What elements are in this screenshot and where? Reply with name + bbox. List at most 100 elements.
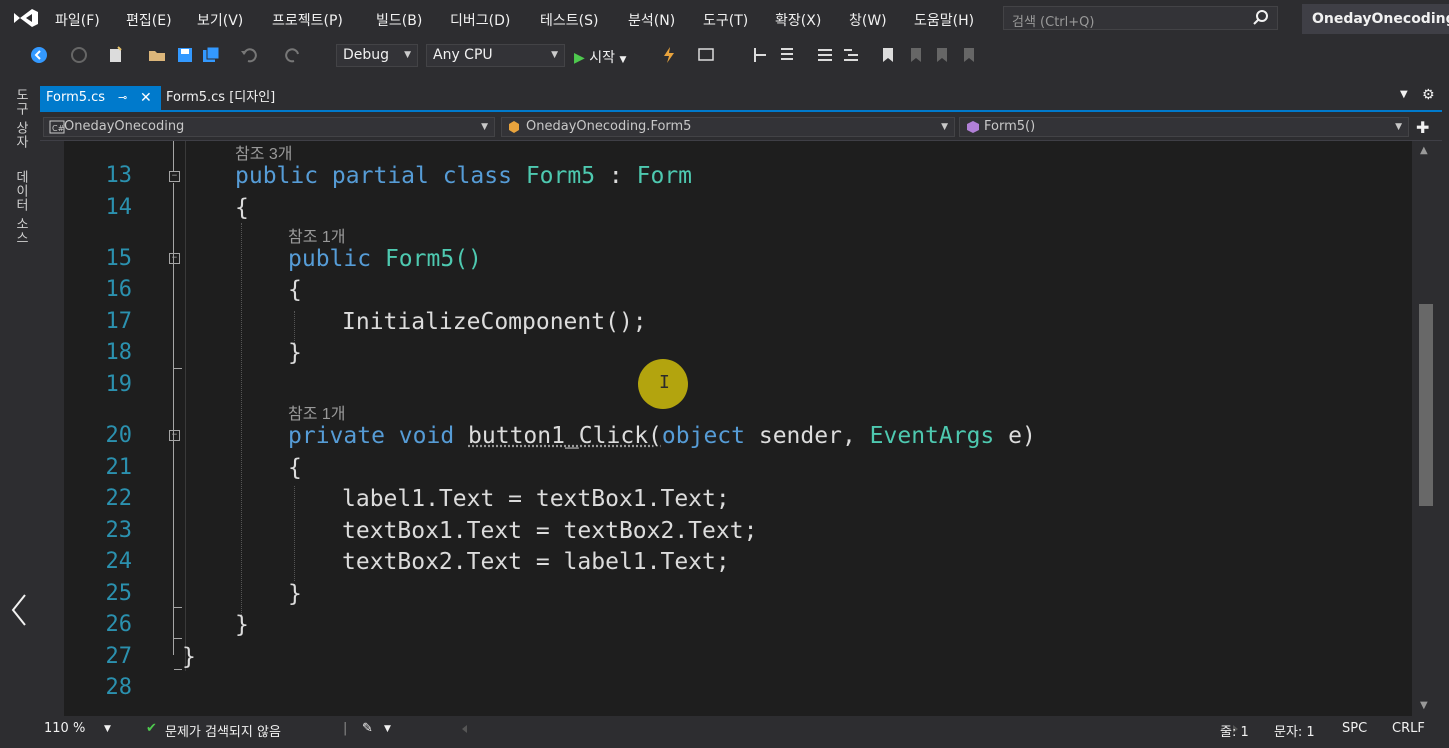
code-token: Form <box>636 163 693 189</box>
undo-icon[interactable] <box>240 46 258 64</box>
comment-icon[interactable] <box>816 46 834 64</box>
method-icon <box>967 121 979 133</box>
code-token: button1_Click( <box>468 423 662 449</box>
redo-icon[interactable] <box>284 46 302 64</box>
split-view-icon[interactable]: ✚ <box>1416 118 1429 137</box>
issues-status[interactable]: 문제가 검색되지 않음 <box>165 721 281 740</box>
clear-bookmarks-icon[interactable] <box>960 46 978 64</box>
project-value: OnedayOnecoding <box>64 119 185 134</box>
tab-form5-designer[interactable]: Form5.cs [디자인] <box>166 86 275 110</box>
text-cursor-icon: I <box>659 372 670 393</box>
chevron-left-icon[interactable] <box>8 592 30 628</box>
project-combo[interactable]: C# OnedayOnecoding ▼ <box>43 117 495 137</box>
prev-bookmark-icon[interactable] <box>907 46 925 64</box>
line-number: 22 <box>105 486 133 511</box>
platform-dropdown[interactable]: Any CPU ▼ <box>426 44 565 67</box>
menu-tools[interactable]: 도구(T) <box>703 10 748 30</box>
code-line: } <box>288 581 302 607</box>
search-input[interactable]: 검색 (Ctrl+Q) <box>1003 6 1278 30</box>
outline-guide <box>185 141 186 671</box>
chevron-down-icon[interactable]: ▼ <box>104 724 111 734</box>
menu-build[interactable]: 빌드(B) <box>376 10 422 30</box>
column-indicator[interactable]: 문자: 1 <box>1274 721 1315 740</box>
start-label: 시작 <box>589 50 615 66</box>
play-icon: ▶ <box>574 50 585 66</box>
menu-analyze[interactable]: 분석(N) <box>628 10 675 30</box>
pin-icon[interactable]: ⊸ <box>118 86 127 110</box>
code-cleanup-icon[interactable]: ✎ <box>362 721 373 736</box>
scroll-up-icon[interactable]: ▲ <box>1420 145 1428 156</box>
svg-text:C#: C# <box>52 124 65 133</box>
menu-view[interactable]: 보기(V) <box>197 10 243 30</box>
line-number: 13 <box>105 163 133 188</box>
step-into-icon[interactable] <box>752 46 770 64</box>
code-line: private void button1_Click(object sender… <box>288 421 1036 451</box>
menu-extensions[interactable]: 확장(X) <box>775 10 821 30</box>
code-editor[interactable]: 13 14 15 16 17 18 19 20 21 22 23 24 25 2… <box>64 141 1412 716</box>
menu-bar: 파일(F) 편집(E) 보기(V) 프로젝트(P) 빌드(B) 디버그(D) 테… <box>0 0 1449 38</box>
code-token: sender, <box>758 423 856 449</box>
gear-icon[interactable]: ⚙ <box>1422 87 1435 103</box>
member-value: Form5() <box>984 119 1036 134</box>
toolbox-tab[interactable]: 도구 상자 <box>11 88 30 149</box>
code-line: } <box>235 612 249 638</box>
collapse-toggle-icon[interactable]: − <box>169 253 180 264</box>
menu-edit[interactable]: 편집(E) <box>126 10 172 30</box>
vertical-scrollbar[interactable]: ▲ ▼ <box>1412 141 1442 716</box>
save-icon[interactable] <box>176 46 194 64</box>
indent-guide <box>241 223 242 623</box>
new-project-icon[interactable] <box>107 46 125 64</box>
browser-link-icon[interactable] <box>697 46 715 64</box>
open-folder-icon[interactable] <box>148 46 166 64</box>
code-token: EventArgs <box>869 423 995 449</box>
line-number: 28 <box>105 675 133 700</box>
class-value: OnedayOnecoding.Form5 <box>526 119 692 134</box>
menu-window[interactable]: 창(W) <box>849 10 887 30</box>
scroll-down-icon[interactable]: ▼ <box>1420 700 1428 711</box>
bookmark-icon[interactable] <box>879 46 897 64</box>
chevron-down-icon: ▼ <box>481 122 488 132</box>
close-icon[interactable]: ✕ <box>140 86 152 110</box>
line-number: 19 <box>105 372 133 397</box>
document-tab-bar: Form5.cs ⊸ ✕ Form5.cs [디자인] ▼ ⚙ <box>40 86 1442 112</box>
menu-file[interactable]: 파일(F) <box>55 10 100 30</box>
spacing-indicator[interactable]: SPC <box>1342 721 1367 736</box>
class-combo[interactable]: OnedayOnecoding.Form5 ▼ <box>501 117 955 137</box>
menu-help[interactable]: 도움말(H) <box>914 10 974 30</box>
collapse-toggle-icon[interactable]: − <box>169 430 180 441</box>
member-combo[interactable]: Form5() ▼ <box>959 117 1409 137</box>
menu-test[interactable]: 테스트(S) <box>540 10 598 30</box>
line-number: 17 <box>105 309 133 334</box>
scroll-thumb[interactable] <box>1419 304 1433 506</box>
start-button[interactable]: ▶ 시작 ▼ <box>574 47 626 67</box>
outline-end-tick <box>174 638 182 639</box>
visual-studio-logo-icon[interactable] <box>12 6 40 30</box>
menu-debug[interactable]: 디버그(D) <box>450 10 510 30</box>
mouse-cursor-highlight: I <box>638 359 688 409</box>
save-all-icon[interactable] <box>202 46 220 64</box>
zoom-level[interactable]: 110 % <box>44 721 85 736</box>
indent-guide <box>294 486 295 581</box>
back-icon[interactable] <box>30 46 48 64</box>
hot-reload-icon[interactable] <box>660 46 678 64</box>
chevron-down-icon[interactable]: ▼ <box>384 724 391 734</box>
collapse-toggle-icon[interactable]: − <box>169 171 180 182</box>
chevron-down-icon: ▼ <box>404 50 411 60</box>
code-line: public partial class Form5 : Form <box>235 161 692 191</box>
tab-list-chevron-down-icon[interactable]: ▼ <box>1400 89 1408 100</box>
uncomment-icon[interactable] <box>842 46 860 64</box>
line-ending-indicator[interactable]: CRLF <box>1392 721 1425 736</box>
code-token: : <box>608 163 623 189</box>
tab-form5-cs[interactable]: Form5.cs ⊸ ✕ <box>40 86 161 110</box>
menu-project[interactable]: 프로젝트(P) <box>272 10 343 30</box>
class-icon <box>509 121 519 133</box>
data-sources-tab[interactable]: 데이터 소스 <box>11 170 30 245</box>
horizontal-scrollbar[interactable] <box>460 724 1240 734</box>
line-indicator[interactable]: 줄: 1 <box>1220 721 1249 740</box>
step-over-icon[interactable] <box>778 46 796 64</box>
next-bookmark-icon[interactable] <box>933 46 951 64</box>
configuration-dropdown[interactable]: Debug ▼ <box>336 44 418 67</box>
configuration-value: Debug <box>343 47 390 63</box>
forward-icon[interactable] <box>70 46 88 64</box>
line-number: 20 <box>105 423 133 448</box>
